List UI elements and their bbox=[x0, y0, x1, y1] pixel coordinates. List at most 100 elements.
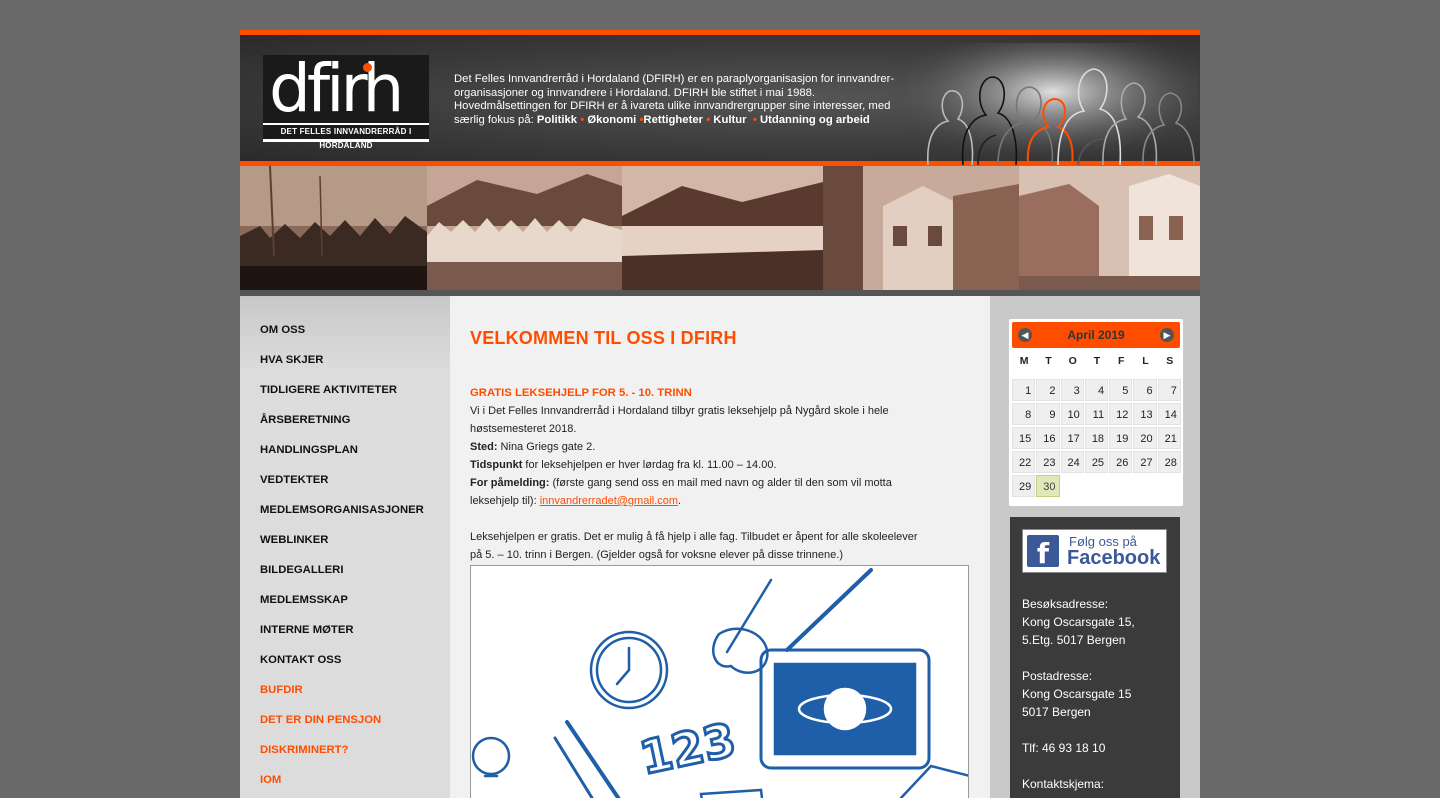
contact-form-label[interactable]: Kontaktskjema: bbox=[1022, 775, 1104, 793]
details-paragraph: Leksehjelpen er gratis. Det er mulig å f… bbox=[470, 528, 930, 564]
nav-link[interactable]: ÅRSBERETNING bbox=[260, 414, 350, 426]
nav-link[interactable]: HANDLINGSPLAN bbox=[260, 444, 358, 456]
calendar-day[interactable]: 18 bbox=[1084, 427, 1109, 449]
calendar-day[interactable]: 27 bbox=[1133, 451, 1157, 473]
calendar-day[interactable]: 9 bbox=[1036, 403, 1060, 425]
nav-item-om-oss[interactable]: OM OSS bbox=[240, 319, 450, 349]
nav-link[interactable]: BILDEGALLERI bbox=[260, 564, 343, 576]
calendar-day[interactable]: 12 bbox=[1109, 403, 1133, 425]
calendar-day[interactable]: 14 bbox=[1157, 403, 1181, 425]
header-intro: Det Felles Innvandrerråd i Hordaland (DF… bbox=[454, 73, 899, 127]
signup-end: . bbox=[678, 495, 682, 507]
nav-item-tidligere-aktiviteter[interactable]: TIDLIGERE AKTIVITETER bbox=[240, 379, 450, 409]
time-label: Tidspunkt bbox=[470, 459, 523, 471]
post-line: 5017 Bergen bbox=[1022, 705, 1091, 719]
text-line: på 5. – 10. trinn i Bergen. (Gjelder ogs… bbox=[470, 549, 843, 561]
calendar-day[interactable]: 19 bbox=[1109, 427, 1133, 449]
nav-link-external[interactable]: DET ER DIN PENSJON bbox=[260, 714, 381, 726]
pencil-icon bbox=[565, 720, 621, 798]
calendar-day[interactable]: 22 bbox=[1012, 451, 1036, 473]
nav-item-hva-skjer[interactable]: HVA SKJER bbox=[240, 349, 450, 379]
calendar-day[interactable]: 21 bbox=[1157, 427, 1181, 449]
calendar-day[interactable]: 10 bbox=[1060, 403, 1084, 425]
nav-link[interactable]: OM OSS bbox=[260, 324, 305, 336]
calendar-day[interactable]: 28 bbox=[1157, 451, 1181, 473]
site-logo[interactable]: dfirh DET FELLES INNVANDRERRÅD I HORDALA… bbox=[263, 55, 429, 150]
focus-politikk: Politikk bbox=[536, 113, 578, 126]
visit-line: Kong Oscarsgate 15, bbox=[1022, 615, 1135, 629]
calendar-day[interactable]: 17 bbox=[1060, 427, 1084, 449]
nav-link-external[interactable]: IOM bbox=[260, 774, 281, 786]
focus-okonomi: Økonomi bbox=[587, 113, 637, 126]
nav-item-vedtekter[interactable]: VEDTEKTER bbox=[240, 469, 450, 499]
nav-item-diskriminert[interactable]: DISKRIMINERT? bbox=[240, 739, 450, 769]
nav-link[interactable]: TIDLIGERE AKTIVITETER bbox=[260, 384, 397, 396]
right-sidebar: April 2019 ◀ ▶ MTOTFLS 1 2 3 4 5 6 7 8 9 10 11 12 13… bbox=[990, 296, 1200, 798]
nav-link[interactable]: KONTAKT OSS bbox=[260, 654, 341, 666]
nav-link[interactable]: MEDLEMSORGANISASJONER bbox=[260, 504, 424, 516]
calendar-day[interactable]: 5 bbox=[1109, 379, 1133, 401]
nav-item-kontakt-oss[interactable]: KONTAKT OSS bbox=[240, 649, 450, 679]
photo-banner bbox=[240, 166, 1200, 290]
calendar-day[interactable]: 26 bbox=[1109, 451, 1133, 473]
calendar-day[interactable]: 2 bbox=[1036, 379, 1060, 401]
nav-item-handlingsplan[interactable]: HANDLINGSPLAN bbox=[240, 439, 450, 469]
calendar-day[interactable]: 4 bbox=[1084, 379, 1109, 401]
nav-item-medlemsskap[interactable]: MEDLEMSSKAP bbox=[240, 589, 450, 619]
nav-item-iom[interactable]: IOM bbox=[240, 769, 450, 798]
intro-line: særlig fokus på: Politikk • Økonomi •Ret… bbox=[454, 114, 899, 128]
nav-item-bildegalleri[interactable]: BILDEGALLERI bbox=[240, 559, 450, 589]
nav-item-bufdir[interactable]: BUFDIR bbox=[240, 679, 450, 709]
nav-item-weblinker[interactable]: WEBLINKER bbox=[240, 529, 450, 559]
bryggen-night-photo bbox=[240, 166, 427, 290]
next-month-icon[interactable]: ▶ bbox=[1160, 328, 1174, 342]
nav-link[interactable]: WEBLINKER bbox=[260, 534, 328, 546]
calendar-day[interactable]: 6 bbox=[1133, 379, 1157, 401]
calendar-day[interactable]: 16 bbox=[1036, 427, 1060, 449]
nav-link[interactable]: VEDTEKTER bbox=[260, 474, 328, 486]
calendar-day[interactable]: 8 bbox=[1012, 403, 1036, 425]
nav-link-external[interactable]: DISKRIMINERT? bbox=[260, 744, 349, 756]
postal-address: Postadresse: Kong Oscarsgate 15 5017 Ber… bbox=[1022, 667, 1131, 721]
calendar-day[interactable]: 11 bbox=[1084, 403, 1109, 425]
calendar-week-row: 1234567 bbox=[1012, 379, 1182, 403]
nav-link-external[interactable]: BUFDIR bbox=[260, 684, 303, 696]
nav-link[interactable]: HVA SKJER bbox=[260, 354, 323, 366]
nav-item-det-er-din-pensjon[interactable]: DET ER DIN PENSJON bbox=[240, 709, 450, 739]
calendar-empty-cell bbox=[1109, 475, 1132, 497]
time-value: for leksehjelpen er hver lørdag fra kl. … bbox=[522, 459, 777, 471]
calendar-day[interactable]: 15 bbox=[1012, 427, 1036, 449]
email-link[interactable]: innvandrerradet@gmail.com bbox=[540, 495, 678, 507]
calendar-day[interactable]: 20 bbox=[1133, 427, 1157, 449]
nav-item-medlemsorganisasjoner[interactable]: MEDLEMSORGANISASJONER bbox=[240, 499, 450, 529]
nav-item-arsberetning[interactable]: ÅRSBERETNING bbox=[240, 409, 450, 439]
calendar-grid: 1 2 3 4 5 6 7 8 9 10 11 12 13 14 15 16 17 18 19 20 21 22 23 24 2… bbox=[1012, 379, 1182, 499]
calendar-day[interactable]: 7 bbox=[1157, 379, 1181, 401]
visit-label: Besøksadresse: bbox=[1022, 597, 1109, 611]
intro-line: organisasjoner og innvandrere i Hordalan… bbox=[454, 86, 816, 99]
people-silhouettes-image bbox=[908, 43, 1198, 165]
time-line: Tidspunkt for leksehjelpen er hver lørda… bbox=[470, 456, 930, 474]
facebook-follow-button[interactable]: f Følg oss på Facebook bbox=[1022, 529, 1167, 573]
calendar-day[interactable]: 1 bbox=[1012, 379, 1036, 401]
calendar-day-today[interactable]: 30 bbox=[1036, 475, 1060, 497]
logo-mark: dfirh bbox=[263, 55, 429, 123]
post-label: Postadresse: bbox=[1022, 669, 1093, 683]
page-title: VELKOMMEN TIL OSS I DFIRH bbox=[470, 328, 737, 348]
calendar-empty-cell bbox=[1085, 475, 1108, 497]
calendar-day[interactable]: 13 bbox=[1133, 403, 1157, 425]
nav-list: OM OSS HVA SKJER TIDLIGERE AKTIVITETER Å… bbox=[240, 296, 450, 798]
nav-link[interactable]: INTERNE MØTER bbox=[260, 624, 354, 636]
prev-month-icon[interactable]: ◀ bbox=[1018, 328, 1032, 342]
calendar-day[interactable]: 3 bbox=[1060, 379, 1084, 401]
bryggen-harbour-photo bbox=[427, 166, 622, 290]
signup-line: For påmelding: (første gang send oss en … bbox=[470, 474, 930, 492]
facebook-brand: Facebook bbox=[1067, 547, 1161, 569]
nav-link[interactable]: MEDLEMSSKAP bbox=[260, 594, 348, 606]
nav-item-interne-moter[interactable]: INTERNE MØTER bbox=[240, 619, 450, 649]
calendar-day[interactable]: 23 bbox=[1036, 451, 1060, 473]
calendar-day[interactable]: 29 bbox=[1012, 475, 1036, 497]
calendar-day[interactable]: 24 bbox=[1060, 451, 1084, 473]
calendar-day[interactable]: 25 bbox=[1084, 451, 1109, 473]
bullet-icon: • bbox=[706, 113, 711, 126]
